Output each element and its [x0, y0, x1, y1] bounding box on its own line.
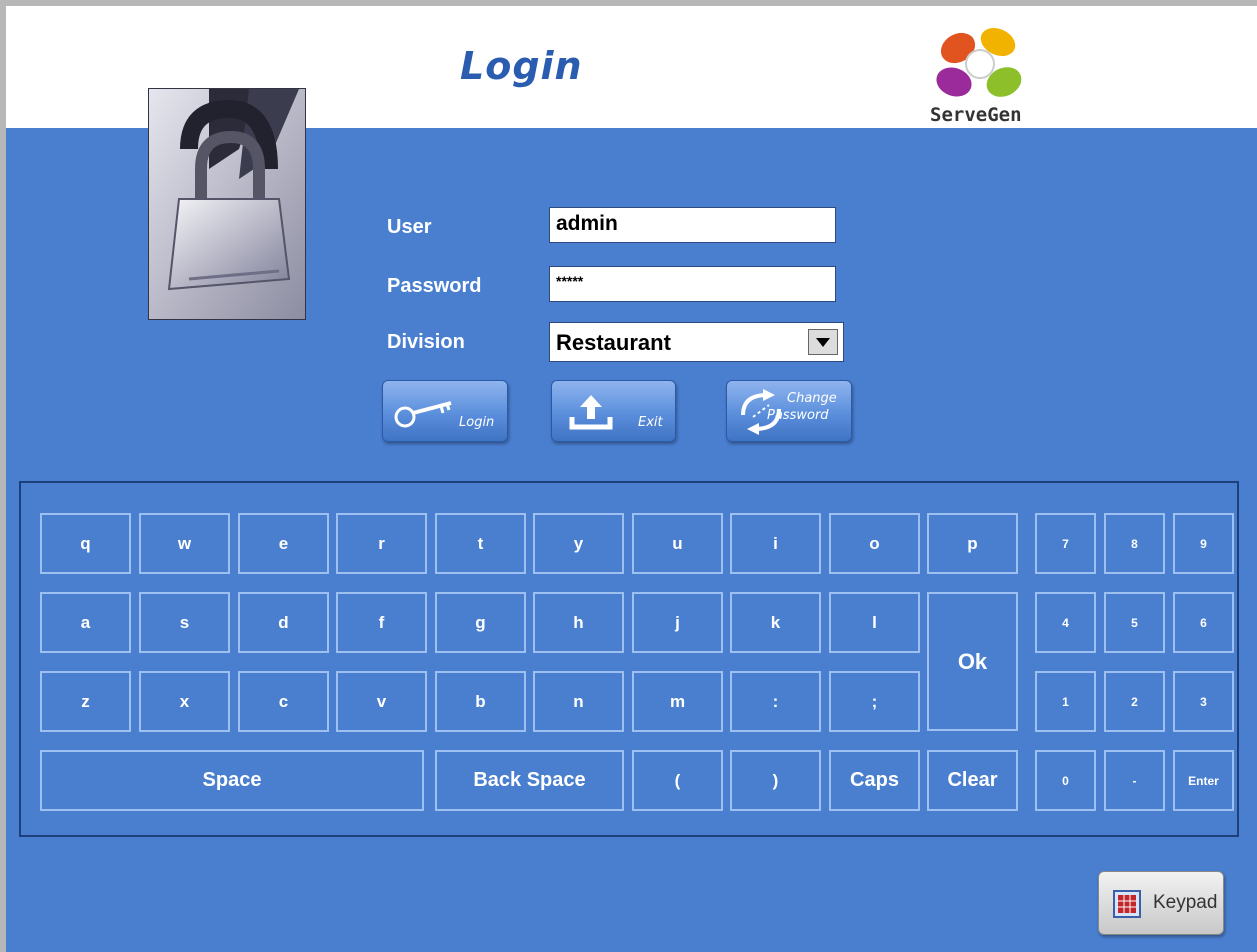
- key-clear[interactable]: Clear: [927, 750, 1018, 811]
- key-y[interactable]: y: [533, 513, 624, 574]
- login-window: Login ServeGen User admin Password *****…: [0, 0, 1257, 952]
- exit-icon: [569, 395, 613, 430]
- keypad-icon: [1113, 890, 1141, 918]
- key-num-1[interactable]: 1: [1035, 671, 1096, 732]
- padlock-image: [148, 88, 306, 320]
- key-j[interactable]: j: [632, 592, 723, 653]
- change-password-label-line2: Password: [767, 408, 829, 423]
- key-num-3[interactable]: 3: [1173, 671, 1234, 732]
- key-colon[interactable]: :: [730, 671, 821, 732]
- key-b[interactable]: b: [435, 671, 526, 732]
- key-g[interactable]: g: [435, 592, 526, 653]
- key-m[interactable]: m: [632, 671, 723, 732]
- key-s[interactable]: s: [139, 592, 230, 653]
- key-close-paren[interactable]: ): [730, 750, 821, 811]
- key-backspace[interactable]: Back Space: [435, 750, 624, 811]
- window-border-left: [0, 0, 6, 952]
- key-k[interactable]: k: [730, 592, 821, 653]
- key-semicolon[interactable]: ;: [829, 671, 920, 732]
- division-dropdown[interactable]: Restaurant: [549, 322, 844, 362]
- user-label: User: [387, 216, 432, 238]
- exit-button[interactable]: Exit: [551, 380, 676, 442]
- key-num-9[interactable]: 9: [1173, 513, 1234, 574]
- key-n[interactable]: n: [533, 671, 624, 732]
- key-p[interactable]: p: [927, 513, 1018, 574]
- user-input[interactable]: admin: [549, 207, 836, 243]
- dropdown-arrow-icon[interactable]: [808, 329, 838, 355]
- key-x[interactable]: x: [139, 671, 230, 732]
- key-f[interactable]: f: [336, 592, 427, 653]
- key-num-5[interactable]: 5: [1104, 592, 1165, 653]
- key-num-8[interactable]: 8: [1104, 513, 1165, 574]
- key-num-7[interactable]: 7: [1035, 513, 1096, 574]
- key-z[interactable]: z: [40, 671, 131, 732]
- key-i[interactable]: i: [730, 513, 821, 574]
- keypad-button[interactable]: Keypad: [1098, 871, 1224, 935]
- keypad-button-label: Keypad: [1153, 892, 1218, 913]
- division-selected-value: Restaurant: [556, 330, 671, 355]
- page-title: Login: [460, 44, 583, 88]
- key-num-6[interactable]: 6: [1173, 592, 1234, 653]
- key-v[interactable]: v: [336, 671, 427, 732]
- key-q[interactable]: q: [40, 513, 131, 574]
- key-num-2[interactable]: 2: [1104, 671, 1165, 732]
- key-icon: [394, 401, 452, 428]
- key-h[interactable]: h: [533, 592, 624, 653]
- change-password-label-line1: Change: [787, 391, 837, 406]
- password-input[interactable]: *****: [549, 266, 836, 302]
- key-w[interactable]: w: [139, 513, 230, 574]
- key-ok[interactable]: Ok: [927, 592, 1018, 731]
- key-open-paren[interactable]: (: [632, 750, 723, 811]
- logo-text: ServeGen: [930, 104, 1022, 126]
- key-e[interactable]: e: [238, 513, 329, 574]
- key-r[interactable]: r: [336, 513, 427, 574]
- key-t[interactable]: t: [435, 513, 526, 574]
- exit-button-label: Exit: [638, 415, 663, 430]
- login-button-label: Login: [459, 415, 495, 430]
- password-label: Password: [387, 275, 482, 297]
- key-d[interactable]: d: [238, 592, 329, 653]
- key-space[interactable]: Space: [40, 750, 424, 811]
- key-o[interactable]: o: [829, 513, 920, 574]
- division-label: Division: [387, 331, 465, 353]
- key-num-minus[interactable]: -: [1104, 750, 1165, 811]
- key-caps[interactable]: Caps: [829, 750, 920, 811]
- key-c[interactable]: c: [238, 671, 329, 732]
- change-password-button[interactable]: Change Password: [726, 380, 852, 442]
- key-num-0[interactable]: 0: [1035, 750, 1096, 811]
- key-a[interactable]: a: [40, 592, 131, 653]
- key-num-4[interactable]: 4: [1035, 592, 1096, 653]
- login-button[interactable]: Login: [382, 380, 508, 442]
- key-u[interactable]: u: [632, 513, 723, 574]
- key-num-enter[interactable]: Enter: [1173, 750, 1234, 811]
- key-l[interactable]: l: [829, 592, 920, 653]
